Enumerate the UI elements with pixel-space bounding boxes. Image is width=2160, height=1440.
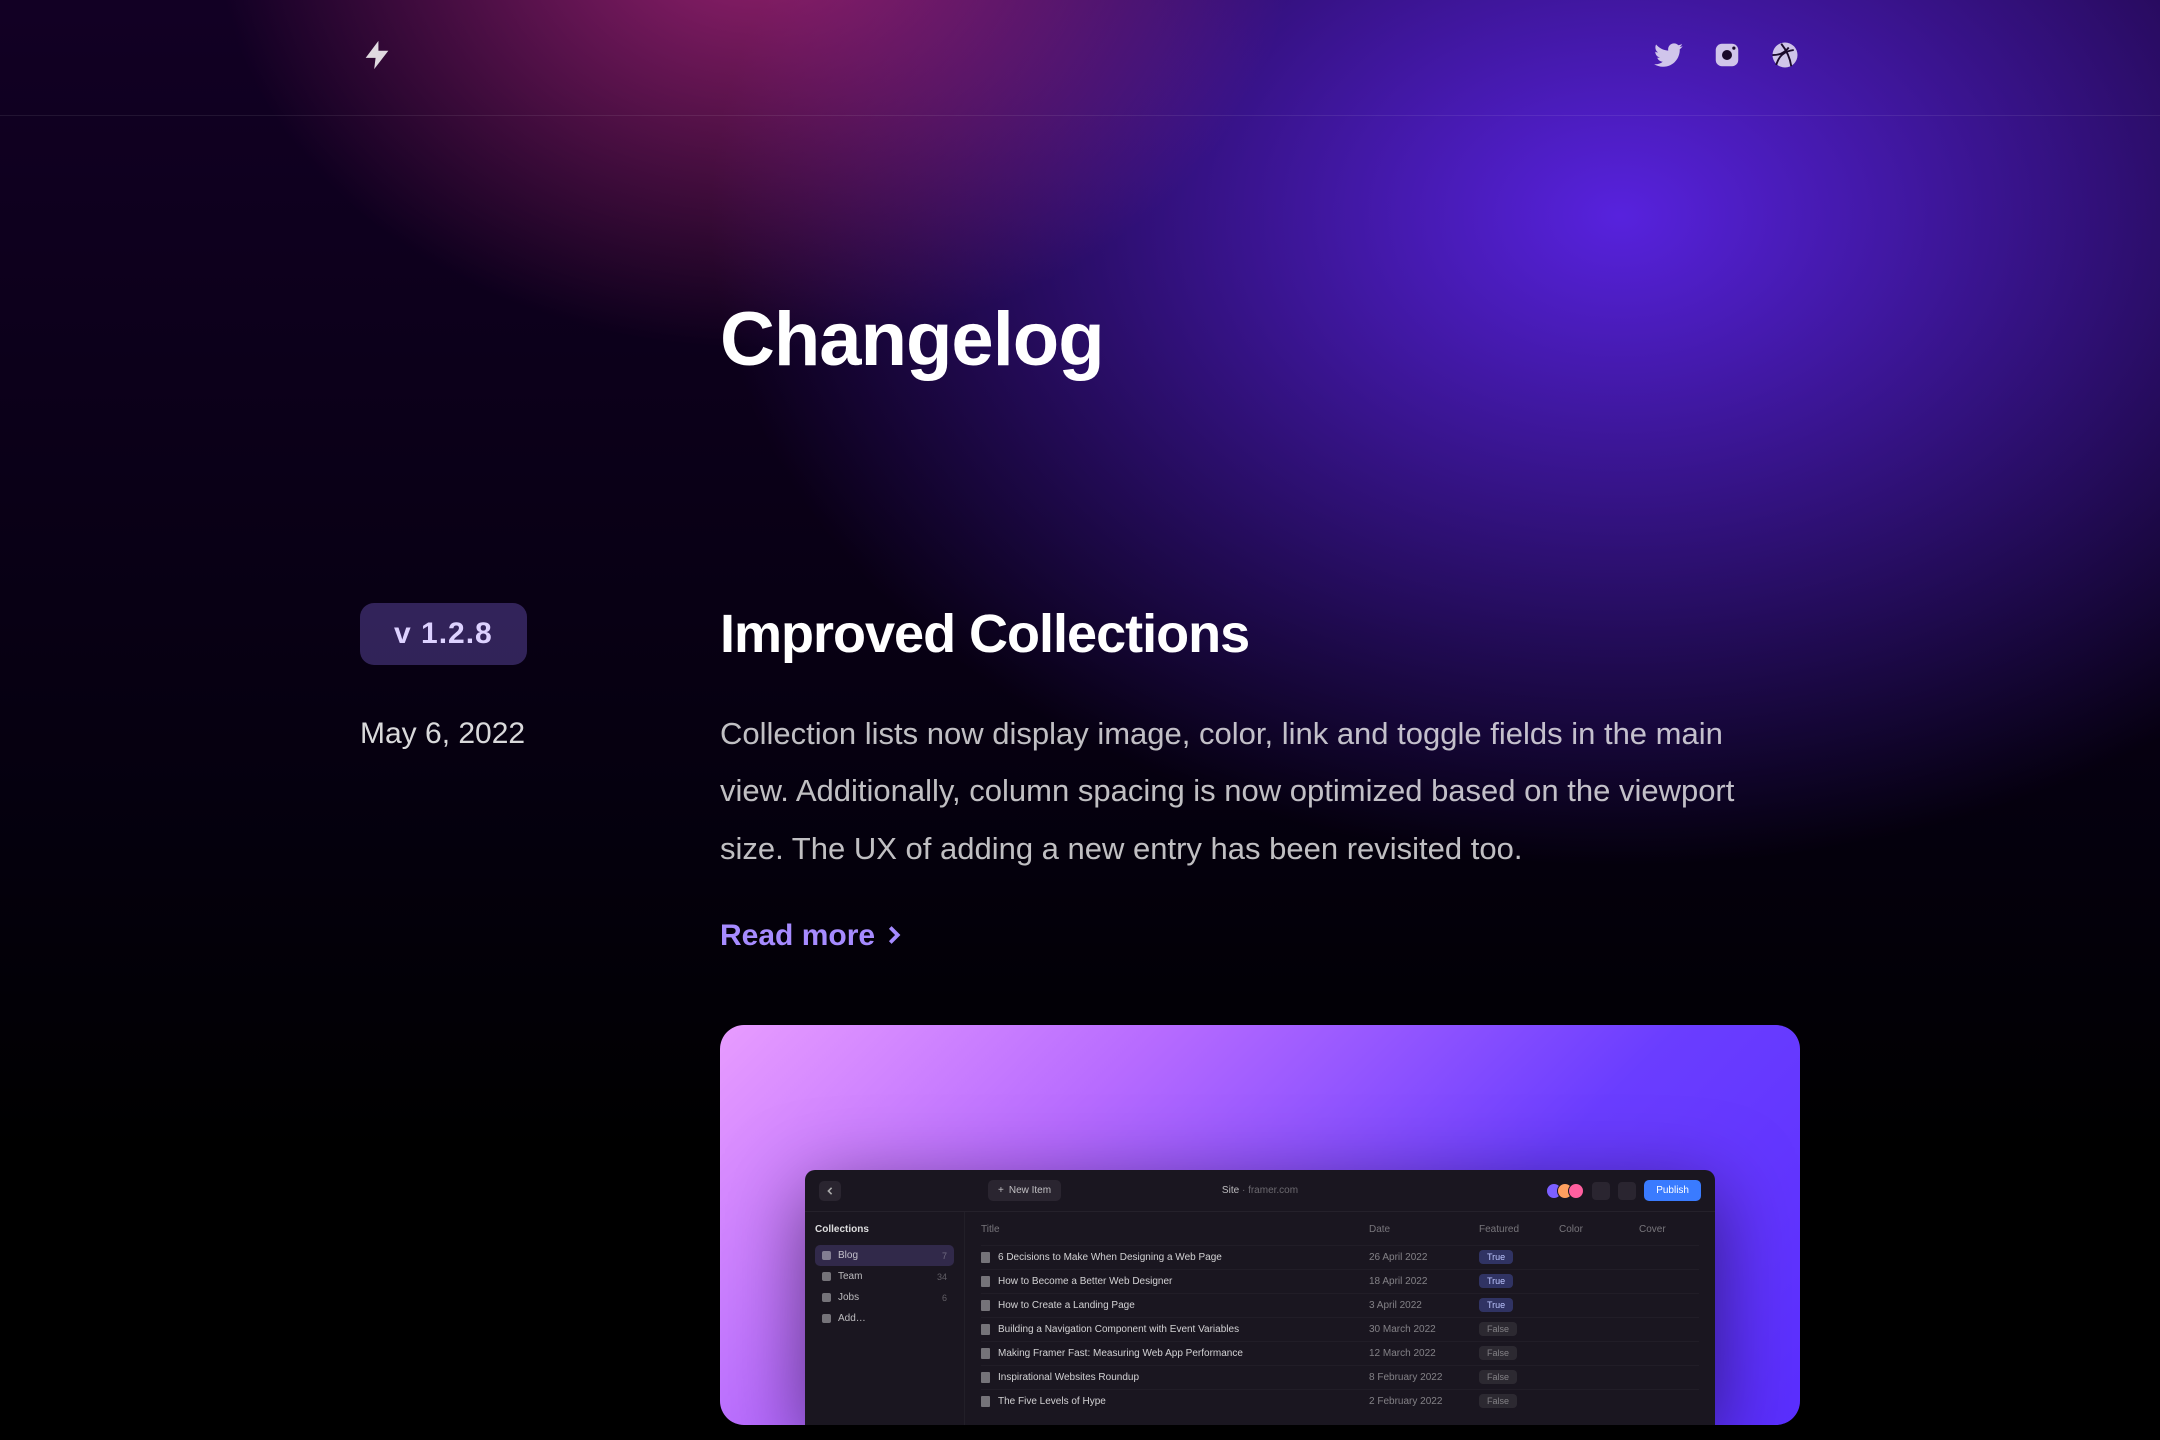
mini-topbar-right: Publish (1551, 1180, 1701, 1201)
entry-date: May 6, 2022 (360, 717, 720, 751)
social-links (1654, 40, 1800, 75)
main-content: Changelog v 1.2.8 May 6, 2022 Improved C… (0, 296, 2160, 1425)
document-icon (981, 1300, 990, 1311)
dribbble-link[interactable] (1770, 40, 1800, 75)
mini-row-title: How to Create a Landing Page (981, 1300, 1369, 1311)
collection-icon (822, 1272, 831, 1281)
entry-description: Collection lists now display image, colo… (720, 705, 1800, 877)
mini-row-date: 30 March 2022 (1369, 1324, 1479, 1335)
mini-row-title: 6 Decisions to Make When Designing a Web… (981, 1252, 1369, 1263)
read-more-link[interactable]: Read more (720, 919, 901, 953)
twitter-link[interactable] (1654, 40, 1684, 75)
mini-table-row[interactable]: Inspirational Websites Roundup8 February… (981, 1365, 1699, 1389)
entry-meta: v 1.2.8 May 6, 2022 (360, 603, 720, 1425)
changelog-entry: v 1.2.8 May 6, 2022 Improved Collections… (360, 603, 1800, 1425)
site-header (0, 0, 2160, 116)
mini-row-date: 18 April 2022 (1369, 1276, 1479, 1287)
mini-new-item-button[interactable]: + New Item (988, 1180, 1061, 1201)
mini-row-title: How to Become a Better Web Designer (981, 1276, 1369, 1287)
mini-app: + New Item Site · framer.com Publish Coll… (805, 1170, 1715, 1425)
document-icon (981, 1396, 990, 1407)
mini-row-featured: False (1479, 1372, 1559, 1383)
chevron-right-icon (887, 919, 901, 953)
mini-site-breadcrumb: Site · framer.com (1222, 1185, 1298, 1196)
mini-row-featured: True (1479, 1252, 1559, 1263)
mini-table-row[interactable]: How to Become a Better Web Designer18 Ap… (981, 1269, 1699, 1293)
mini-sidebar-item-count: 7 (942, 1251, 947, 1261)
mini-row-featured: True (1479, 1276, 1559, 1287)
read-more-label: Read more (720, 919, 875, 953)
mini-table-row[interactable]: The Five Levels of Hype2 February 2022Fa… (981, 1389, 1699, 1413)
mini-new-label: New Item (1009, 1185, 1051, 1196)
mini-col-cover: Cover (1639, 1224, 1699, 1235)
entry-title: Improved Collections (720, 603, 1800, 665)
mini-row-featured: False (1479, 1396, 1559, 1407)
mini-publish-button[interactable]: Publish (1644, 1180, 1701, 1201)
mini-col-featured: Featured (1479, 1224, 1559, 1235)
bolt-icon (360, 59, 394, 76)
mini-row-date: 26 April 2022 (1369, 1252, 1479, 1263)
mini-sidebar-item-label: Jobs (838, 1292, 859, 1303)
mini-row-title: Building a Navigation Component with Eve… (981, 1324, 1369, 1335)
twitter-icon (1654, 57, 1684, 74)
mini-sidebar-heading: Collections (815, 1224, 954, 1235)
mini-row-date: 8 February 2022 (1369, 1372, 1479, 1383)
page-title: Changelog (720, 296, 1800, 383)
mini-row-featured: False (1479, 1324, 1559, 1335)
collection-icon (822, 1251, 831, 1260)
document-icon (981, 1372, 990, 1383)
mini-body: Collections Blog 7 Team 34 Jobs 6 Add… Title D… (805, 1212, 1715, 1425)
mini-table-row[interactable]: How to Create a Landing Page3 April 2022… (981, 1293, 1699, 1317)
mini-sidebar-item-label: Blog (838, 1250, 858, 1261)
collection-icon (822, 1293, 831, 1302)
mini-table-row[interactable]: 6 Decisions to Make When Designing a Web… (981, 1245, 1699, 1269)
mini-table-row[interactable]: Making Framer Fast: Measuring Web App Pe… (981, 1341, 1699, 1365)
document-icon (981, 1252, 990, 1263)
document-icon (981, 1276, 990, 1287)
mini-sidebar-item[interactable]: Jobs 6 (815, 1287, 954, 1308)
collection-icon (822, 1314, 831, 1323)
mini-col-title: Title (981, 1224, 1369, 1235)
mini-col-date: Date (1369, 1224, 1479, 1235)
mini-sidebar-item-label: Add… (838, 1313, 866, 1324)
dribbble-icon (1770, 57, 1800, 74)
mini-site-value: framer.com (1248, 1185, 1298, 1196)
mini-table-header: Title Date Featured Color Cover (981, 1224, 1699, 1245)
instagram-link[interactable] (1712, 40, 1742, 75)
mini-row-date: 2 February 2022 (1369, 1396, 1479, 1407)
mini-row-title: The Five Levels of Hype (981, 1396, 1369, 1407)
mini-col-color: Color (1559, 1224, 1639, 1235)
screenshot-card: + New Item Site · framer.com Publish Coll… (720, 1025, 1800, 1425)
mini-row-title: Inspirational Websites Roundup (981, 1372, 1369, 1383)
mini-sidebar: Collections Blog 7 Team 34 Jobs 6 Add… (805, 1212, 965, 1425)
mini-row-title: Making Framer Fast: Measuring Web App Pe… (981, 1348, 1369, 1359)
mini-play-button[interactable] (1618, 1182, 1636, 1200)
mini-settings-button[interactable] (1592, 1182, 1610, 1200)
mini-table: Title Date Featured Color Cover 6 Decisi… (965, 1212, 1715, 1425)
plus-icon: + (998, 1185, 1004, 1196)
mini-back-button[interactable] (819, 1181, 841, 1201)
mini-sidebar-item-count: 6 (942, 1293, 947, 1303)
mini-row-date: 12 March 2022 (1369, 1348, 1479, 1359)
mini-sidebar-item[interactable]: Blog 7 (815, 1245, 954, 1266)
mini-sidebar-item-label: Team (838, 1271, 862, 1282)
mini-sidebar-item-count: 34 (937, 1272, 947, 1282)
mini-row-featured: True (1479, 1300, 1559, 1311)
mini-sidebar-item[interactable]: Add… (815, 1308, 954, 1329)
mini-site-label: Site (1222, 1185, 1239, 1196)
mini-topbar: + New Item Site · framer.com Publish (805, 1170, 1715, 1212)
entry-body: Improved Collections Collection lists no… (720, 603, 1800, 1425)
document-icon (981, 1348, 990, 1359)
mini-row-date: 3 April 2022 (1369, 1300, 1479, 1311)
version-badge: v 1.2.8 (360, 603, 527, 665)
mini-row-featured: False (1479, 1348, 1559, 1359)
instagram-icon (1712, 57, 1742, 74)
document-icon (981, 1324, 990, 1335)
logo-link[interactable] (360, 38, 394, 77)
mini-avatars (1551, 1183, 1584, 1199)
mini-site-sep: · (1242, 1185, 1245, 1196)
mini-table-row[interactable]: Building a Navigation Component with Eve… (981, 1317, 1699, 1341)
mini-sidebar-item[interactable]: Team 34 (815, 1266, 954, 1287)
